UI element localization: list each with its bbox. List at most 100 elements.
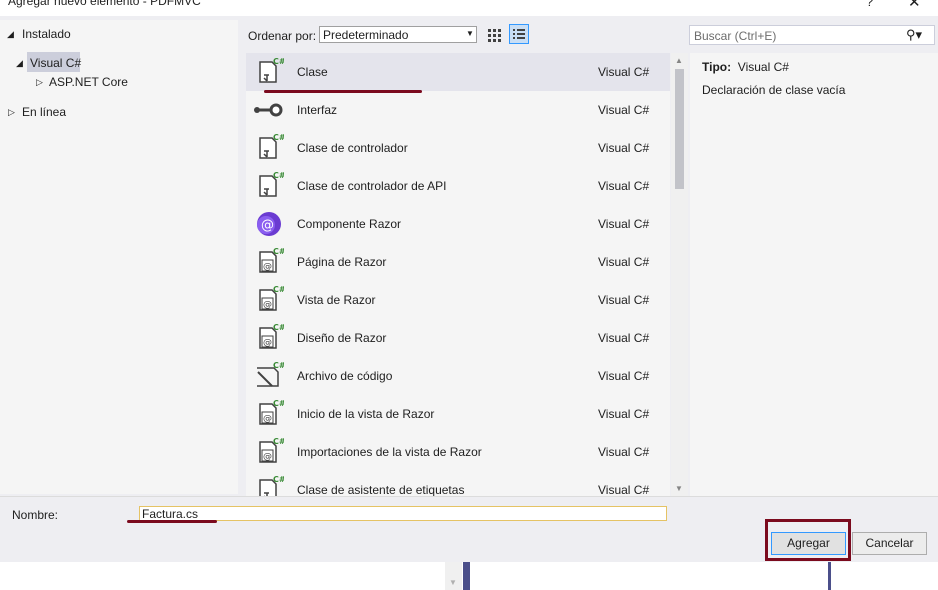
sort-select-value: Predeterminado [323, 28, 409, 42]
background-scroll-down-icon: ▼ [449, 578, 457, 587]
template-description: Declaración de clase vacía [702, 83, 846, 97]
api-controller-class-icon: C# [259, 171, 284, 197]
list-item[interactable]: C# Clase Visual C# [246, 53, 670, 91]
list-item[interactable]: C# @ Importaciones de la vista de Razor … [246, 433, 670, 471]
item-name: Inicio de la vista de Razor [297, 407, 435, 421]
item-name: Clase [297, 65, 328, 79]
item-language: Visual C# [598, 407, 650, 421]
item-language: Visual C# [598, 369, 650, 383]
item-language: Visual C# [598, 65, 650, 79]
scrollbar-thumb[interactable] [675, 69, 684, 189]
background-divider [828, 562, 831, 590]
svg-text:@: @ [263, 338, 272, 348]
svg-text:@: @ [263, 452, 272, 462]
svg-text:@: @ [263, 300, 272, 310]
annotation-box [765, 519, 851, 561]
item-language: Visual C# [598, 293, 650, 307]
name-input-value: Factura.cs [142, 507, 199, 521]
svg-text:C#: C# [273, 475, 284, 484]
search-placeholder: Buscar (Ctrl+E) [694, 29, 777, 43]
expanded-triangle-icon[interactable]: ◢ [16, 58, 23, 69]
svg-text:@: @ [261, 218, 274, 233]
item-language: Visual C# [598, 179, 650, 193]
list-item[interactable]: C# Clase de asistente de etiquetas Visua… [246, 471, 670, 496]
svg-text:C#: C# [273, 57, 284, 66]
svg-text:C#: C# [273, 437, 284, 446]
svg-text:C#: C# [273, 323, 284, 332]
list-item[interactable]: C# @ Diseño de Razor Visual C# [246, 319, 670, 357]
list-item[interactable]: C# @ Página de Razor Visual C# [246, 243, 670, 281]
name-input[interactable]: Factura.cs [139, 506, 667, 521]
item-name: Clase de controlador [297, 141, 408, 155]
type-value: Visual C# [737, 60, 789, 74]
item-language: Visual C# [598, 141, 650, 155]
window-title: Agregar nuevo elemento - PDFMVC [8, 0, 201, 8]
annotation-underline [264, 90, 422, 93]
class-icon: C# [259, 57, 284, 83]
sort-label: Ordenar por: [248, 29, 317, 43]
item-name: Componente Razor [297, 217, 402, 231]
details-pane [690, 53, 938, 496]
item-name: Importaciones de la vista de Razor [297, 445, 482, 459]
razor-viewimports-icon: C# @ [259, 437, 284, 463]
item-name: Clase de controlador de API [297, 179, 447, 193]
svg-text:@: @ [263, 414, 272, 424]
background-divider [463, 562, 470, 590]
annotation-underline [127, 520, 217, 523]
svg-text:C#: C# [273, 171, 284, 180]
name-label: Nombre: [12, 508, 59, 522]
svg-text:C#: C# [273, 399, 284, 408]
svg-text:@: @ [263, 262, 272, 272]
svg-text:C#: C# [273, 133, 284, 142]
list-item[interactable]: C# @ Inicio de la vista de Razor Visual … [246, 395, 670, 433]
item-language: Visual C# [598, 331, 650, 345]
razor-layout-icon: C# @ [259, 323, 284, 349]
collapsed-triangle-icon[interactable]: ▷ [8, 107, 15, 118]
razor-view-icon: C# @ [259, 285, 284, 311]
razor-component-icon: @ [257, 212, 281, 236]
search-icon[interactable]: ⚲▾ [906, 27, 922, 43]
interface-icon [254, 103, 283, 117]
item-language: Visual C# [598, 217, 650, 231]
controller-class-icon: C# [259, 133, 284, 159]
item-name: Diseño de Razor [297, 331, 387, 345]
tree-item-visual-csharp[interactable]: Visual C# [30, 56, 81, 70]
item-name: Interfaz [297, 103, 338, 117]
expanded-triangle-icon[interactable]: ◢ [7, 29, 14, 40]
type-line: Tipo: Visual C# [702, 60, 789, 74]
tree-item-installed[interactable]: Instalado [22, 27, 71, 41]
item-language: Visual C# [598, 445, 650, 459]
template-list: C# Clase Visual C# Interfaz Visual C# C#… [246, 53, 670, 496]
item-language: Visual C# [598, 255, 650, 269]
list-item[interactable]: C# Archivo de código Visual C# [246, 357, 670, 395]
tree-item-online[interactable]: En línea [22, 105, 66, 119]
cancel-button[interactable]: Cancelar [852, 532, 927, 555]
list-item[interactable]: C# @ Vista de Razor Visual C# [246, 281, 670, 319]
grid-view-button[interactable] [485, 25, 505, 45]
svg-text:C#: C# [273, 361, 284, 370]
item-language: Visual C# [598, 103, 650, 117]
svg-text:C#: C# [273, 285, 284, 294]
item-name: Vista de Razor [297, 293, 376, 307]
item-name: Archivo de código [297, 369, 393, 383]
razor-page-icon: C# @ [259, 247, 284, 273]
sort-select[interactable]: Predeterminado ▼ [319, 26, 477, 43]
list-item[interactable]: Interfaz Visual C# [246, 91, 670, 129]
scroll-down-icon[interactable]: ▼ [675, 484, 683, 493]
item-language: Visual C# [598, 483, 650, 496]
list-item[interactable]: @ Componente Razor Visual C# [246, 205, 670, 243]
help-button[interactable]: ? [866, 0, 873, 9]
list-view-button[interactable] [509, 24, 529, 44]
chevron-down-icon: ▼ [466, 29, 474, 38]
grid-view-icon [488, 29, 501, 42]
scroll-up-icon[interactable]: ▲ [675, 56, 683, 65]
template-tree [0, 20, 238, 494]
list-item[interactable]: C# Clase de controlador de API Visual C# [246, 167, 670, 205]
close-button[interactable]: ✕ [908, 0, 921, 11]
collapsed-triangle-icon[interactable]: ▷ [36, 77, 43, 88]
search-input[interactable]: Buscar (Ctrl+E) ⚲▾ [689, 25, 935, 45]
svg-text:C#: C# [273, 247, 284, 256]
list-item[interactable]: C# Clase de controlador Visual C# [246, 129, 670, 167]
tree-item-aspnet-core[interactable]: ASP.NET Core [49, 75, 128, 89]
code-file-icon: C# [257, 361, 284, 387]
